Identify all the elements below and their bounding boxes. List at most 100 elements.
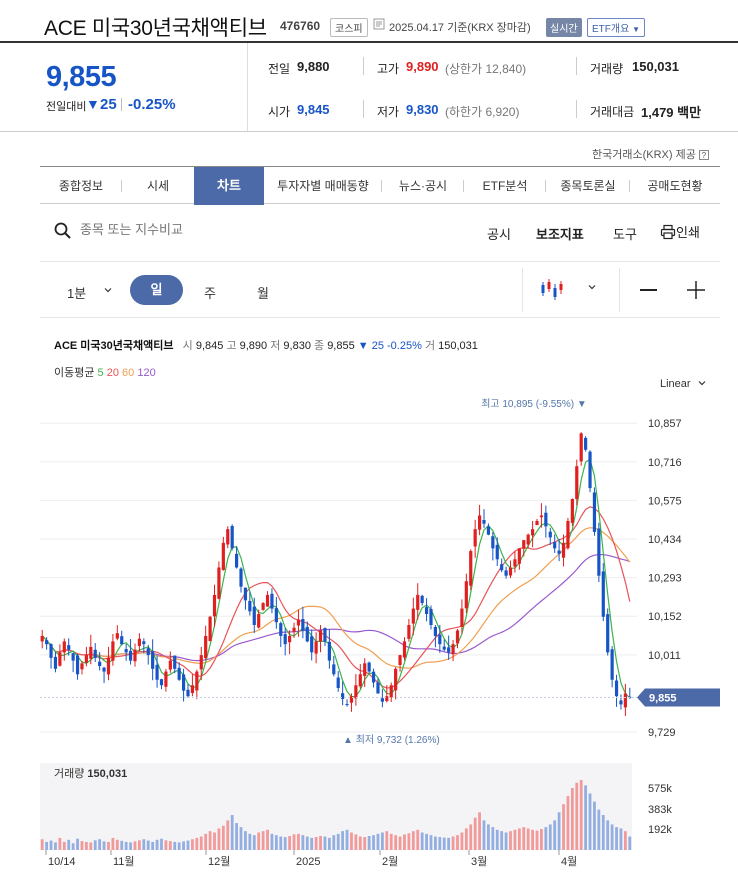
volume-bar (544, 827, 548, 850)
header-bottom-divider (0, 131, 738, 132)
ma-label: 이동평균 (54, 367, 95, 379)
x-tick-label: 10/14 (48, 856, 76, 868)
chart-type-selector[interactable] (522, 268, 620, 312)
tool-button[interactable]: 도구 (613, 224, 637, 243)
period-week[interactable]: 주 (204, 283, 216, 302)
ma120-label: 120 (137, 367, 156, 379)
candle-body (380, 698, 384, 702)
candle-body (128, 650, 133, 661)
volume-bar (407, 833, 411, 850)
summary-sep (363, 57, 364, 75)
tab-etf-analysis[interactable]: ETF분석 (464, 167, 546, 205)
change-value: 25 (100, 96, 117, 113)
volume-bar (67, 839, 71, 850)
stock-code: 476760 (280, 19, 321, 33)
candle-body (221, 542, 225, 570)
scale-mode-dropdown[interactable]: Linear (660, 378, 707, 390)
candle-body (579, 433, 583, 462)
volume-bar (177, 842, 181, 850)
candle-body (530, 529, 535, 536)
volume-area (40, 763, 632, 850)
candle-body (40, 635, 44, 642)
candle-body (341, 693, 345, 699)
candle-body (451, 644, 455, 655)
volume-bar (252, 835, 256, 850)
low-label: 저가 (377, 105, 400, 119)
tab-quote[interactable]: 시세 (122, 167, 194, 205)
change-label: 전일대비 (46, 101, 87, 113)
tab-discussion[interactable]: 종목토론실 (546, 167, 630, 205)
candle-body (469, 551, 473, 586)
candle-body (270, 593, 274, 609)
candle-body (363, 663, 367, 676)
moving-average-legend[interactable]: 이동평균 5 20 60 120 (54, 364, 156, 380)
print-button[interactable]: 인쇄 (660, 222, 700, 241)
volume-bar (398, 836, 402, 850)
candle-body (283, 634, 287, 645)
disclosure-button[interactable]: 공시 (487, 224, 511, 243)
zoom-out-button[interactable] (640, 289, 657, 291)
tab-investor[interactable]: 투자자별 매매동향 (264, 167, 382, 205)
candle-body (566, 520, 570, 549)
volume-chart[interactable]: 거래량 150,031 575k 383k 192k 10/14 11월 12월 2025 2월… (0, 758, 738, 884)
ma60-label: 60 (122, 367, 135, 379)
x-tick-label: 4월 (561, 855, 577, 868)
candle-body (367, 662, 371, 672)
candle-body (429, 608, 433, 625)
candle-body (71, 653, 75, 661)
search-icon[interactable] (54, 222, 72, 245)
tab-news[interactable]: 뉴스·공시 (382, 167, 464, 205)
chevron-down-icon[interactable] (103, 282, 113, 300)
tab-chart[interactable]: 차트 (194, 167, 264, 205)
help-icon[interactable]: ? (698, 150, 709, 160)
candle-body (597, 528, 601, 576)
volume-bar (217, 828, 221, 850)
chevron-down-icon (588, 285, 596, 290)
etf-info-dropdown[interactable]: ETF개요 ▼ (587, 18, 645, 37)
price-box (0, 43, 248, 131)
candle-body (588, 451, 592, 489)
candle-body (517, 548, 521, 564)
indicator-button[interactable]: 보조지표 (536, 224, 584, 243)
volume-bar (540, 829, 543, 850)
candle-body (146, 648, 150, 656)
period-day[interactable]: 일 (130, 275, 183, 305)
y-tick-label: 10,293 (648, 573, 682, 585)
x-tick-label: 3월 (471, 855, 487, 868)
period-month[interactable]: 월 (257, 283, 269, 302)
candle-body (124, 649, 128, 653)
tab-overview[interactable]: 종합정보 (40, 167, 122, 205)
candle-body (561, 542, 566, 558)
realtime-badge[interactable]: 실시간 (546, 18, 582, 37)
volume-bar (403, 834, 406, 850)
tab-short-selling[interactable]: 공매도현황 (630, 167, 720, 205)
volume-bar (345, 829, 349, 850)
volume-bar (164, 840, 168, 850)
high-value: 9,890 (406, 59, 439, 74)
volume-bar (71, 843, 75, 850)
volume-bar (588, 793, 592, 850)
volume-bar (138, 840, 141, 850)
period-minute[interactable]: 1분 (67, 283, 86, 302)
volume-bar (151, 841, 155, 850)
price-chart[interactable]: 10,857 10,716 10,575 10,434 10,293 10,152 10,0… (0, 395, 738, 755)
candle-body (301, 619, 305, 631)
x-tick-label: 11월 (113, 855, 135, 868)
candle-body (177, 667, 181, 680)
volume-bar (244, 831, 247, 850)
candle-body (606, 614, 610, 653)
upper-limit: (상한가 12,840) (445, 62, 527, 76)
volume-bar (182, 841, 185, 850)
volume-bar (160, 838, 163, 850)
candle-body (327, 641, 331, 661)
candle-body (433, 626, 438, 636)
volume-bar (115, 839, 119, 850)
candle-body (482, 520, 486, 524)
volume-bar (142, 839, 146, 850)
volume-bar (411, 831, 415, 850)
search-input[interactable] (80, 222, 380, 237)
info-change: ▼ 25 -0.25% (357, 340, 422, 352)
volume-bar (394, 835, 398, 850)
y-tick-label: 10,152 (648, 611, 682, 623)
zoom-in-button[interactable] (686, 280, 706, 305)
